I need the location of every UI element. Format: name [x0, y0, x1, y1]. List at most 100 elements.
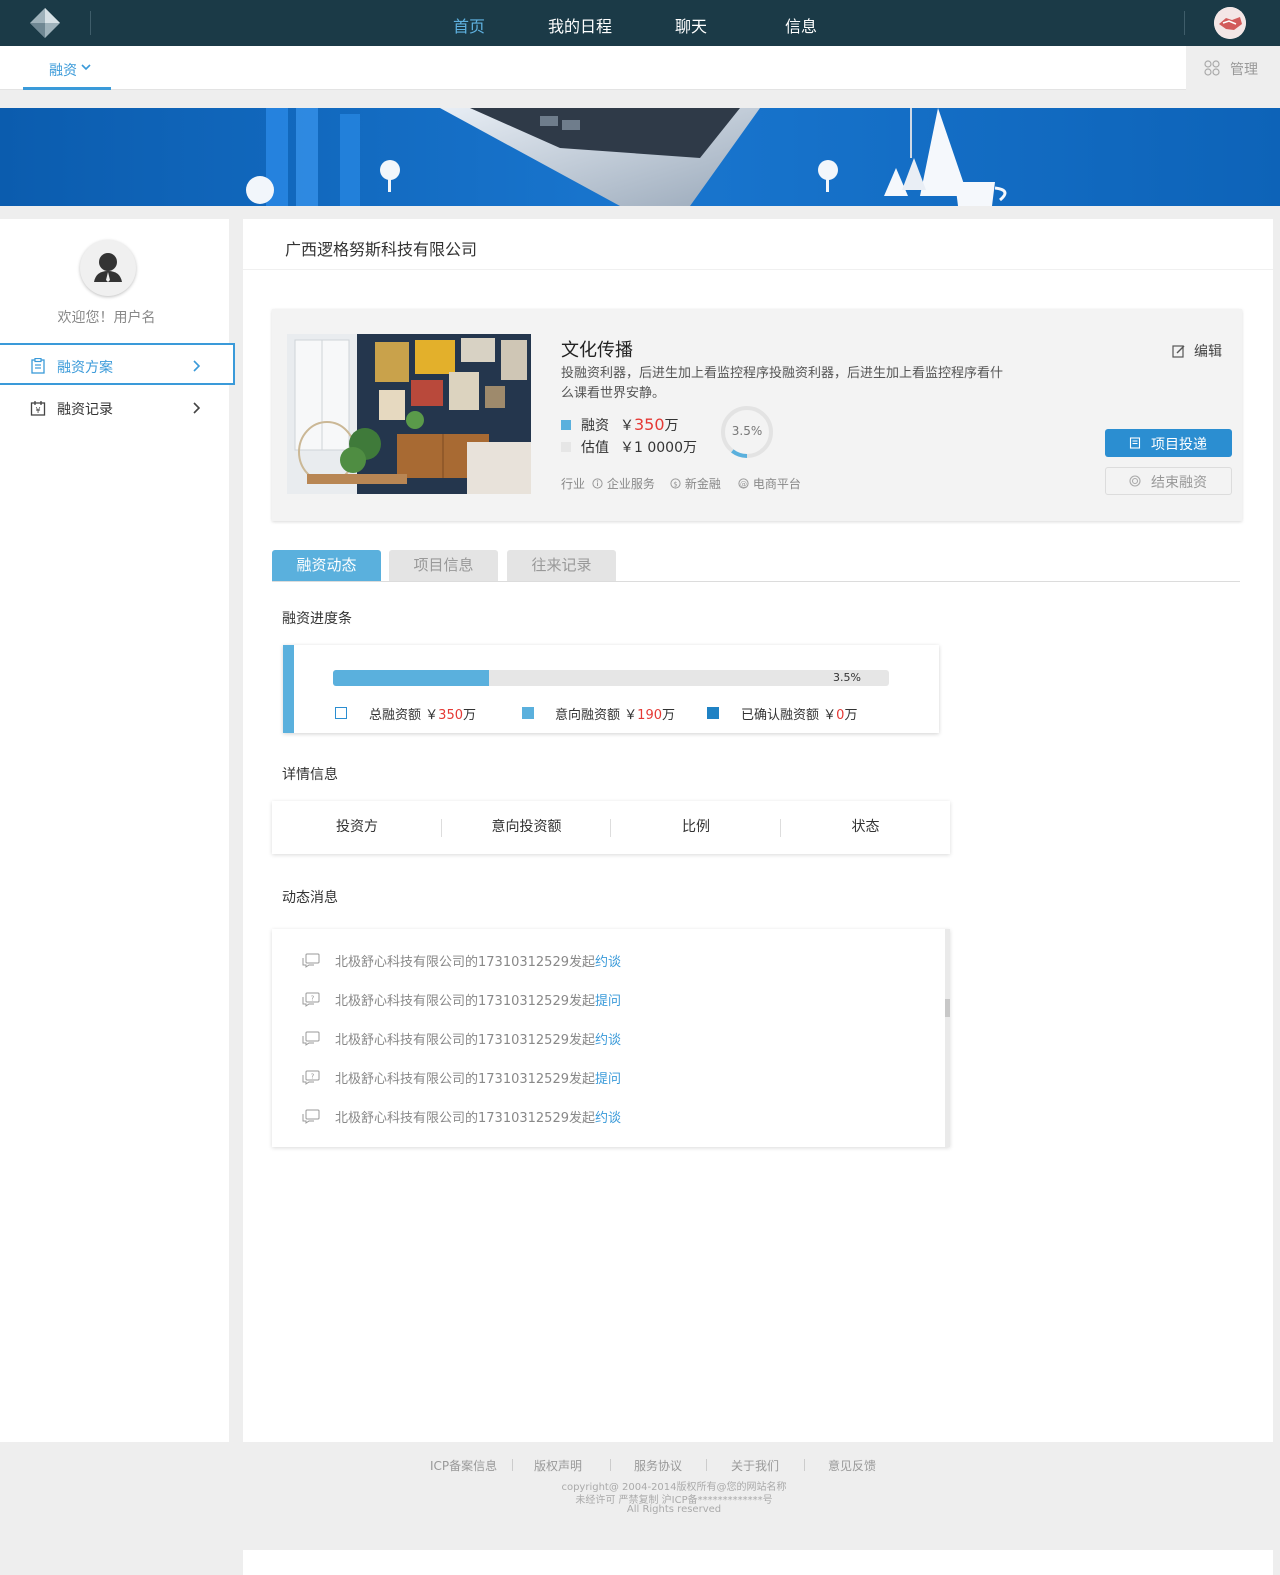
tab-interaction-records[interactable]: 往来记录 [507, 550, 616, 581]
footer-link-icp[interactable]: ICP备案信息 [430, 1457, 497, 1474]
user-avatar[interactable] [1214, 7, 1246, 39]
confirmed-legend-swatch [707, 707, 719, 719]
target-icon [1129, 475, 1141, 487]
nav-home[interactable]: 首页 [453, 13, 485, 37]
chat-icon [302, 953, 320, 968]
circle-at-icon: @ [738, 478, 749, 489]
column-investor[interactable]: 投资方 [272, 801, 442, 854]
tab-project-info[interactable]: 项目信息 [389, 550, 498, 581]
message-text: 北极舒心科技有限公司的17310312529发起约谈 [335, 1033, 621, 1048]
financing-label: 融资 [581, 418, 609, 434]
logo-icon[interactable] [28, 6, 62, 40]
nav-chat[interactable]: 聊天 [675, 13, 707, 37]
messages-section-title: 动态消息 [282, 890, 338, 906]
title-divider [243, 269, 1273, 270]
avatar-divider [1184, 11, 1185, 35]
message-action-link[interactable]: 提问 [595, 1072, 621, 1087]
message-text: 北极舒心科技有限公司的17310312529发起约谈 [335, 955, 621, 970]
question-chat-icon: ? [302, 1070, 320, 1085]
project-name: 文化传播 [561, 340, 633, 361]
valuation-legend-swatch [561, 442, 571, 452]
manage-button[interactable]: 管理 [1186, 46, 1280, 90]
chevron-right-icon [193, 360, 200, 372]
footer-divider [706, 1459, 707, 1471]
message-action-link[interactable]: 提问 [595, 994, 621, 1009]
footer-link-terms[interactable]: 服务协议 [634, 1457, 682, 1474]
project-card: 文化传播 投融资利器，后进生加上看监控程序投融资利器，后进生加上看监控程序看什么… [272, 309, 1242, 521]
svg-text:?: ? [311, 995, 315, 1003]
logo-divider [90, 11, 91, 35]
financing-dropdown-tab[interactable]: 融资 [23, 46, 111, 90]
message-text: 北极舒心科技有限公司的17310312529发起约谈 [335, 1111, 621, 1126]
column-status[interactable]: 状态 [781, 801, 950, 854]
edit-icon[interactable] [1172, 344, 1186, 358]
detail-table-header: 投资方 意向投资额 比例 状态 [272, 801, 950, 854]
tab-financing-updates[interactable]: 融资动态 [272, 550, 381, 581]
calendar-yen-icon: ¥ [30, 401, 46, 416]
footer-divider [610, 1459, 611, 1471]
intended-legend-swatch [522, 707, 534, 719]
document-icon [1129, 437, 1141, 449]
banner-image [0, 108, 1280, 206]
profile-avatar[interactable] [80, 240, 136, 296]
project-description: 投融资利器，后进生加上看监控程序投融资利器，后进生加上看监控程序看什么课看世界安… [561, 366, 1004, 401]
messages-scrollbar[interactable] [945, 929, 950, 1147]
financing-tab-label: 融资 [49, 63, 77, 79]
footer-rights: All Rights reserved [626, 1504, 722, 1515]
total-legend-swatch [335, 707, 347, 719]
message-action-link[interactable]: 约谈 [595, 955, 621, 970]
clipboard-icon [31, 358, 45, 374]
tag-new-finance[interactable]: $ 新金融 [670, 475, 721, 492]
industry-label: 行业 [561, 477, 586, 491]
tag-ecommerce-platform[interactable]: @ 电商平台 [738, 475, 801, 492]
message-text: 北极舒心科技有限公司的17310312529发起提问 [335, 994, 621, 1009]
company-title: 广西逻格努斯科技有限公司 [285, 240, 478, 259]
message-action-link[interactable]: 约谈 [595, 1033, 621, 1048]
svg-text:?: ? [311, 1073, 315, 1081]
financing-legend-swatch [561, 420, 571, 430]
financing-progress-bar: 3.5% [333, 670, 889, 686]
question-chat-icon: ? [302, 992, 320, 1007]
left-sidebar: 欢迎您！用户名 融资方案 ¥ 融资记录 [0, 219, 235, 1442]
messages-list: 北极舒心科技有限公司的17310312529发起约谈 ? 北极舒心科技有限公司的… [272, 929, 950, 1147]
column-intended-amount[interactable]: 意向投资额 [442, 801, 611, 854]
progress-bar-fill [333, 670, 489, 686]
grid-icon [1204, 60, 1220, 76]
valuation-amount: ￥1 0000万 [620, 440, 697, 456]
main-content: 广西逻格努斯科技有限公司 文化传播 投融资利器，后进生加上看监控程序投融资利器，… [243, 219, 1273, 1442]
message-text: 北极舒心科技有限公司的17310312529发起提问 [335, 1072, 621, 1087]
footer-link-about[interactable]: 关于我们 [731, 1457, 779, 1474]
end-financing-button[interactable]: 结束融资 [1105, 467, 1232, 495]
tag-enterprise-service[interactable]: 企业服务 [592, 475, 655, 492]
nav-messages[interactable]: 信息 [785, 13, 817, 37]
intended-financing-legend: 意向融资额 ￥190万 [555, 708, 676, 723]
edit-button[interactable]: 编辑 [1194, 341, 1222, 361]
total-financing-legend: 总融资额 ￥350万 [369, 708, 477, 723]
message-action-link[interactable]: 约谈 [595, 1111, 621, 1126]
sidebar-item-financing-records[interactable]: ¥ 融资记录 [0, 387, 235, 429]
progress-panel: 3.5% 总融资额 ￥350万 意向融资额 ￥190万 已确认融资额 ￥0万 [283, 645, 939, 733]
sub-navigation-bar: 融资 管理 [0, 46, 1280, 90]
sidebar-item-label: 融资记录 [57, 402, 113, 418]
sidebar-item-label: 融资方案 [57, 360, 113, 376]
svg-text:$: $ [673, 480, 677, 488]
confirmed-financing-legend: 已确认融资额 ￥0万 [741, 708, 858, 723]
progress-accent-bar [283, 645, 294, 733]
column-ratio[interactable]: 比例 [611, 801, 781, 854]
sidebar-item-financing-plan[interactable]: 融资方案 [0, 343, 235, 385]
nav-my-schedule[interactable]: 我的日程 [548, 13, 612, 37]
submit-project-button[interactable]: 项目投递 [1105, 429, 1232, 457]
scrollbar-thumb[interactable] [945, 999, 950, 1017]
footer-link-feedback[interactable]: 意见反馈 [828, 1457, 876, 1474]
handshake-avatar-icon [1214, 7, 1246, 39]
living-room-photo [287, 334, 531, 494]
progress-section-title: 融资进度条 [282, 611, 352, 627]
project-image[interactable] [287, 334, 531, 494]
top-navigation-bar: 首页 我的日程 聊天 信息 [0, 0, 1280, 46]
footer-link-copyright[interactable]: 版权声明 [534, 1457, 582, 1474]
detail-section-title: 详情信息 [282, 767, 338, 783]
svg-text:@: @ [740, 480, 747, 488]
end-financing-label: 结束融资 [1151, 475, 1207, 491]
svg-text:¥: ¥ [35, 406, 40, 415]
ratio-ring-label: 3.5% [731, 424, 763, 438]
